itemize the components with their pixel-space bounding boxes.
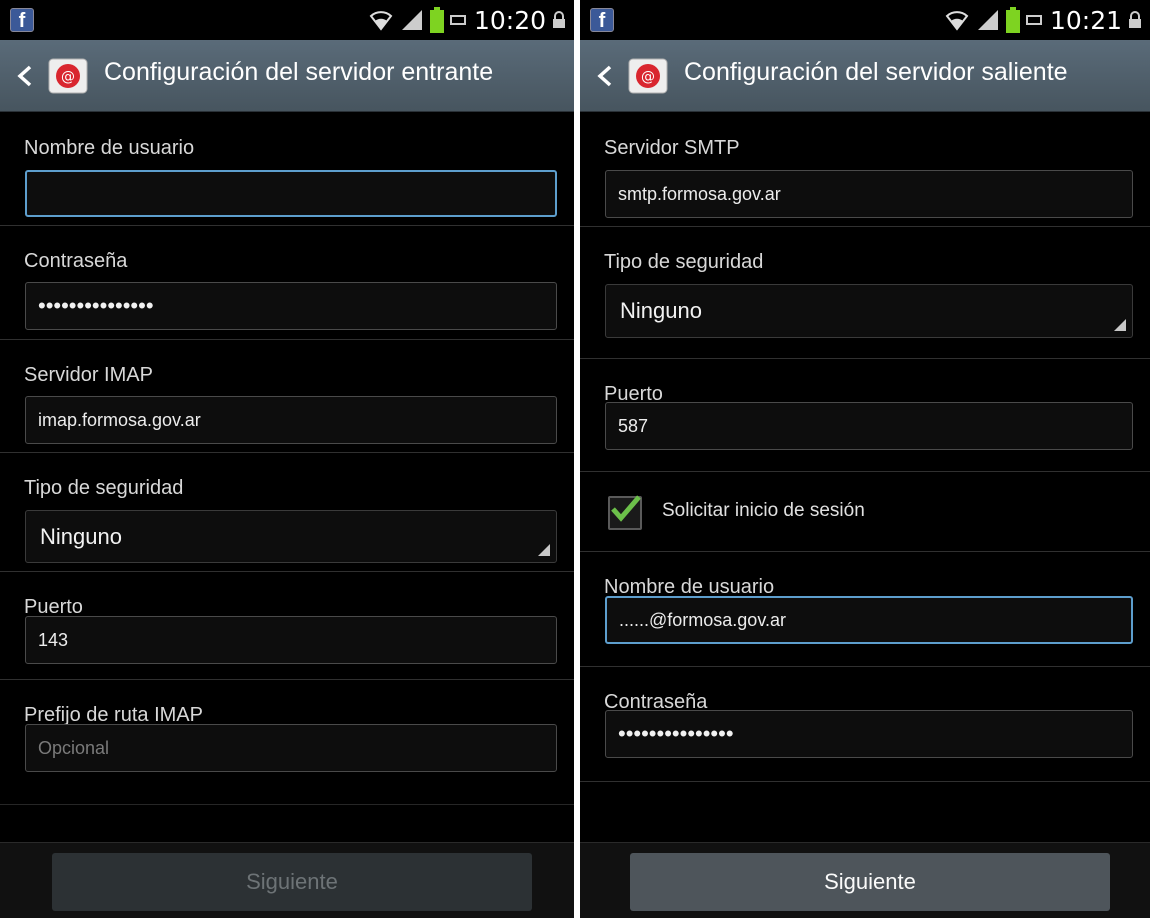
password-label: Contraseña — [24, 250, 128, 272]
outgoing-server-screen: f 10:21 @ Configuración del servidor sal… — [580, 0, 1150, 918]
signal-icon — [977, 10, 998, 30]
security-label: Tipo de seguridad — [24, 477, 184, 499]
page-title: Configuración del servidor entrante — [104, 58, 494, 86]
next-button[interactable]: Siguiente — [630, 853, 1110, 911]
require-signin-label: Solicitar inicio de sesión — [662, 500, 865, 521]
status-icons: 10:20 — [368, 4, 566, 36]
status-icons: 10:21 — [944, 4, 1142, 36]
page-title: Configuración del servidor saliente — [684, 58, 1068, 86]
username-section: Nombre de usuario ......@formosa.gov.ar — [580, 552, 1150, 667]
smtp-server-section: Servidor SMTP smtp.formosa.gov.ar — [580, 113, 1150, 227]
security-type-value: Ninguno — [620, 298, 702, 323]
lock-icon — [1129, 11, 1141, 28]
back-icon[interactable] — [14, 64, 36, 88]
facebook-icon: f — [10, 8, 34, 32]
port-section: Puerto 143 — [0, 572, 574, 680]
imap-prefix-section: Prefijo de ruta IMAP Opcional — [0, 680, 574, 805]
password-input[interactable]: ••••••••••••••• — [605, 710, 1133, 758]
security-type-select[interactable]: Ninguno — [25, 510, 557, 563]
port-input[interactable]: 587 — [605, 402, 1133, 450]
battery-icon — [1005, 7, 1020, 33]
wifi-icon — [945, 11, 969, 31]
security-section: Tipo de seguridad Ninguno — [580, 227, 1150, 359]
svg-text:@: @ — [61, 69, 75, 85]
username-input[interactable] — [25, 170, 557, 217]
bottom-bar: Siguiente — [0, 842, 574, 918]
port-section: Puerto 587 — [580, 359, 1150, 472]
imap-server-label: Servidor IMAP — [24, 364, 153, 386]
smtp-server-input[interactable]: smtp.formosa.gov.ar — [605, 170, 1133, 218]
incoming-server-screen: f 10:20 @ Configuración del servidor ent… — [0, 0, 574, 918]
status-time: 10:21 — [1049, 5, 1122, 35]
username-section: Nombre de usuario — [0, 113, 574, 226]
incoming-form: Nombre de usuario Contraseña •••••••••••… — [0, 113, 574, 805]
wifi-icon — [369, 11, 393, 31]
imap-server-section: Servidor IMAP imap.formosa.gov.ar — [0, 340, 574, 453]
sim-card-icon — [449, 15, 466, 25]
require-signin-row[interactable]: Solicitar inicio de sesión — [580, 472, 1150, 552]
password-section: Contraseña ••••••••••••••• — [0, 226, 574, 340]
sim-card-icon — [1025, 15, 1042, 25]
smtp-server-label: Servidor SMTP — [604, 137, 740, 159]
email-app-icon: @ — [628, 58, 668, 94]
status-time: 10:20 — [473, 5, 546, 35]
username-input[interactable]: ......@formosa.gov.ar — [605, 596, 1133, 644]
dropdown-corner-icon — [1114, 319, 1126, 331]
svg-text:@: @ — [641, 69, 655, 85]
email-app-icon: @ — [48, 58, 88, 94]
checkmark-icon — [611, 495, 641, 522]
require-signin-checkbox[interactable] — [608, 495, 642, 530]
dropdown-corner-icon — [538, 544, 550, 556]
security-type-select[interactable]: Ninguno — [605, 284, 1133, 338]
password-input[interactable]: ••••••••••••••• — [25, 282, 557, 330]
action-bar: @ Configuración del servidor saliente — [580, 40, 1150, 112]
lock-icon — [553, 11, 565, 28]
imap-prefix-input[interactable]: Opcional — [25, 724, 557, 772]
security-label: Tipo de seguridad — [604, 251, 764, 273]
bottom-bar: Siguiente — [580, 842, 1150, 918]
action-bar: @ Configuración del servidor entrante — [0, 40, 574, 112]
security-type-value: Ninguno — [40, 523, 122, 549]
status-bar: f 10:20 — [0, 0, 574, 40]
next-button[interactable]: Siguiente — [52, 853, 532, 911]
port-input[interactable]: 143 — [25, 616, 557, 664]
imap-server-input[interactable]: imap.formosa.gov.ar — [25, 396, 557, 444]
outgoing-form: Servidor SMTP smtp.formosa.gov.ar Tipo d… — [580, 113, 1150, 782]
status-bar: f 10:21 — [580, 0, 1150, 40]
battery-icon — [429, 7, 444, 33]
facebook-icon: f — [590, 8, 614, 32]
username-label: Nombre de usuario — [24, 137, 195, 159]
password-section: Contraseña ••••••••••••••• — [580, 667, 1150, 782]
security-section: Tipo de seguridad Ninguno — [0, 453, 574, 572]
back-icon[interactable] — [594, 64, 616, 88]
signal-icon — [401, 10, 422, 30]
